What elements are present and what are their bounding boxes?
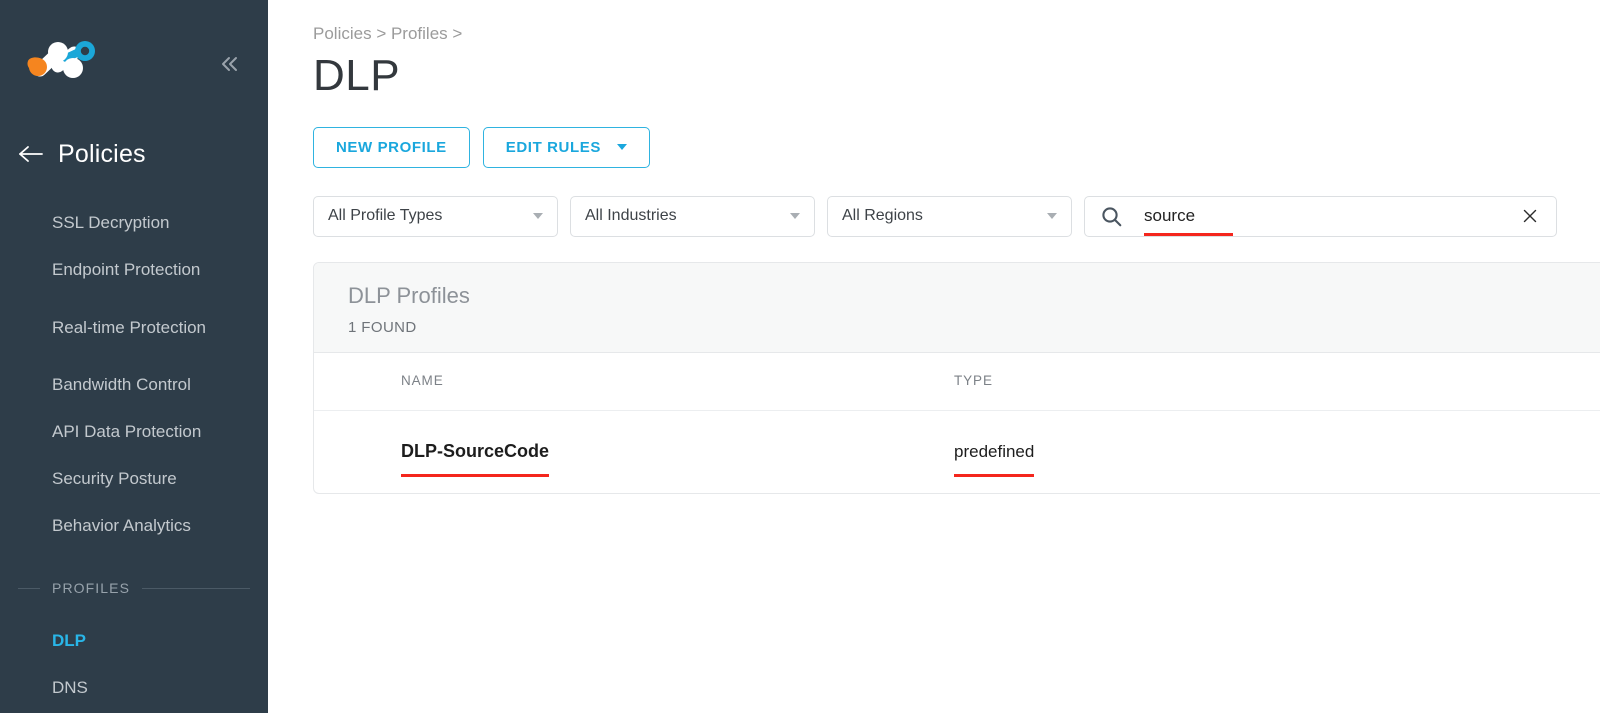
region-filter[interactable]: All Regions: [827, 195, 1072, 237]
breadcrumb: Policies > Profiles >: [313, 0, 1600, 44]
action-button-row: NEW PROFILE EDIT RULES: [313, 126, 1600, 168]
divider-left: [18, 587, 40, 589]
sidebar-item-label: Security Posture: [52, 469, 177, 489]
table-row[interactable]: DLP-SourceCode predefined: [314, 411, 1600, 493]
sidebar-item-label: SSL Decryption: [52, 213, 170, 233]
sidebar-header: [0, 0, 268, 112]
sidebar-item-api-data-protection[interactable]: API Data Protection: [0, 409, 268, 456]
search-match-underline: [401, 474, 550, 478]
close-icon[interactable]: [1522, 208, 1538, 224]
profile-type: predefined: [954, 441, 1035, 477]
breadcrumb-profiles[interactable]: Profiles: [391, 24, 448, 43]
sidebar-item-ssl-decryption[interactable]: SSL Decryption: [0, 200, 268, 247]
new-profile-button[interactable]: NEW PROFILE: [313, 126, 470, 168]
breadcrumb-separator: >: [371, 24, 391, 43]
caret-down-icon: [533, 213, 543, 220]
search-icon: [1101, 206, 1122, 227]
sidebar-item-behavior-analytics[interactable]: Behavior Analytics: [0, 503, 268, 550]
sidebar-item-label: Behavior Analytics: [52, 516, 191, 536]
edit-rules-label: EDIT RULES: [505, 138, 601, 156]
sidebar-item-dns[interactable]: DNS: [0, 665, 268, 712]
filter-bar: All Profile Types All Industries All Reg…: [313, 195, 1600, 237]
region-filter-value: All Regions: [842, 207, 923, 225]
search-highlight-underline: [1144, 233, 1233, 237]
sidebar-section-profiles: PROFILES: [0, 568, 268, 608]
table-cell-type: predefined: [954, 441, 1600, 477]
industry-filter-value: All Industries: [585, 207, 677, 225]
sidebar-item-bandwidth-control[interactable]: Bandwidth Control: [0, 362, 268, 409]
profile-type-filter-value: All Profile Types: [328, 207, 443, 225]
table-header-cell-type: TYPE: [954, 372, 1600, 390]
column-header-label: NAME: [401, 373, 444, 389]
card-title: DLP Profiles: [348, 282, 470, 308]
dlp-profiles-card: DLP Profiles 1 FOUND NAME TYPE DLP-Sourc…: [313, 261, 1600, 494]
profile-name-text: DLP-SourceCode: [401, 441, 550, 462]
main-content: Policies > Profiles > DLP NEW PROFILE ED…: [268, 0, 1600, 713]
sidebar-collapse-button[interactable]: [214, 48, 246, 80]
table-header-cell-name: NAME: [314, 372, 954, 390]
sidebar-item-real-time-protection[interactable]: Real-time Protection: [0, 294, 268, 362]
page-title: DLP: [313, 51, 401, 101]
breadcrumb-separator: >: [447, 24, 463, 43]
caret-down-icon: [616, 144, 627, 151]
sidebar-profiles-menu: DLP DNS: [0, 618, 268, 712]
search-input[interactable]: [1144, 206, 1512, 227]
card-header: DLP Profiles 1 FOUND: [314, 262, 1600, 353]
double-chevron-left-icon: [219, 55, 241, 73]
table-header-row: NAME TYPE: [314, 353, 1600, 411]
profile-name[interactable]: DLP-SourceCode: [401, 441, 550, 478]
sidebar: Policies SSL Decryption Endpoint Protect…: [0, 0, 268, 713]
sidebar-item-label: Endpoint Protection: [52, 260, 201, 280]
caret-down-icon: [1047, 213, 1057, 220]
sidebar-item-label: Real-time Protection: [52, 317, 207, 337]
caret-down-icon: [790, 213, 800, 220]
divider-right: [142, 587, 250, 589]
sidebar-item-endpoint-protection[interactable]: Endpoint Protection: [0, 247, 268, 294]
arrow-left-icon: [18, 144, 44, 164]
edit-rules-button[interactable]: EDIT RULES: [482, 126, 650, 168]
sidebar-item-dlp[interactable]: DLP: [0, 618, 268, 665]
sidebar-item-security-posture[interactable]: Security Posture: [0, 456, 268, 503]
sidebar-item-label: DNS: [52, 678, 88, 698]
search-box[interactable]: [1084, 195, 1557, 237]
netskope-molecule-logo: [18, 36, 98, 84]
profile-type-filter[interactable]: All Profile Types: [313, 195, 558, 237]
breadcrumb-policies[interactable]: Policies: [313, 24, 372, 43]
sidebar-item-label: DLP: [52, 631, 86, 651]
result-count: 1 FOUND: [348, 318, 417, 336]
sidebar-back-label: Policies: [58, 139, 146, 168]
industry-filter[interactable]: All Industries: [570, 195, 815, 237]
sidebar-item-label: Bandwidth Control: [52, 375, 191, 395]
sidebar-menu: SSL Decryption Endpoint Protection Real-…: [0, 200, 268, 550]
table-cell-name: DLP-SourceCode: [314, 441, 954, 478]
search-value-wrapper: [1144, 206, 1512, 237]
app-root: Policies SSL Decryption Endpoint Protect…: [0, 0, 1600, 713]
new-profile-label: NEW PROFILE: [336, 138, 447, 156]
sidebar-section-label: PROFILES: [52, 580, 131, 596]
column-header-label: TYPE: [954, 373, 993, 389]
sidebar-back-policies[interactable]: Policies: [0, 130, 268, 178]
sidebar-item-label: API Data Protection: [52, 422, 202, 442]
profile-type-text: predefined: [954, 441, 1035, 461]
search-match-underline: [954, 473, 1035, 477]
